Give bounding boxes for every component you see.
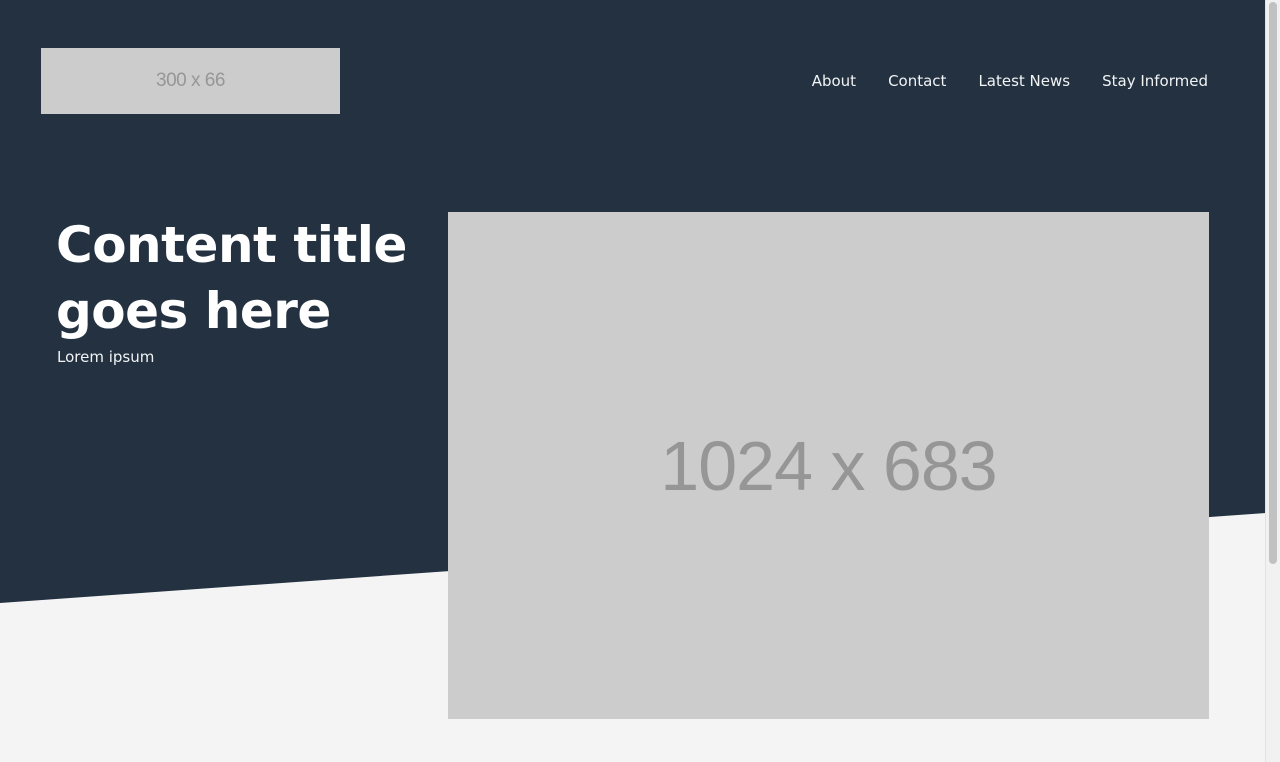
hero-image-placeholder: 1024 x 683 bbox=[448, 212, 1209, 719]
nav-link-stay-informed[interactable]: Stay Informed bbox=[1102, 71, 1208, 91]
content-subtitle: Lorem ipsum bbox=[57, 348, 155, 366]
scrollbar-thumb[interactable] bbox=[1269, 2, 1277, 564]
nav-link-latest-news[interactable]: Latest News bbox=[978, 71, 1070, 91]
logo-placeholder-text: 300 x 66 bbox=[156, 70, 225, 91]
content-title: Content title goes here bbox=[56, 216, 407, 340]
nav-link-contact[interactable]: Contact bbox=[888, 71, 946, 91]
vertical-scrollbar[interactable] bbox=[1265, 0, 1280, 762]
main-navigation: About Contact Latest News Stay Informed bbox=[812, 71, 1208, 91]
nav-link-about[interactable]: About bbox=[812, 71, 856, 91]
page: 300 x 66 About Contact Latest News Stay … bbox=[0, 0, 1280, 762]
site-logo[interactable]: 300 x 66 bbox=[41, 48, 340, 114]
hero-image-placeholder-text: 1024 x 683 bbox=[660, 426, 997, 505]
